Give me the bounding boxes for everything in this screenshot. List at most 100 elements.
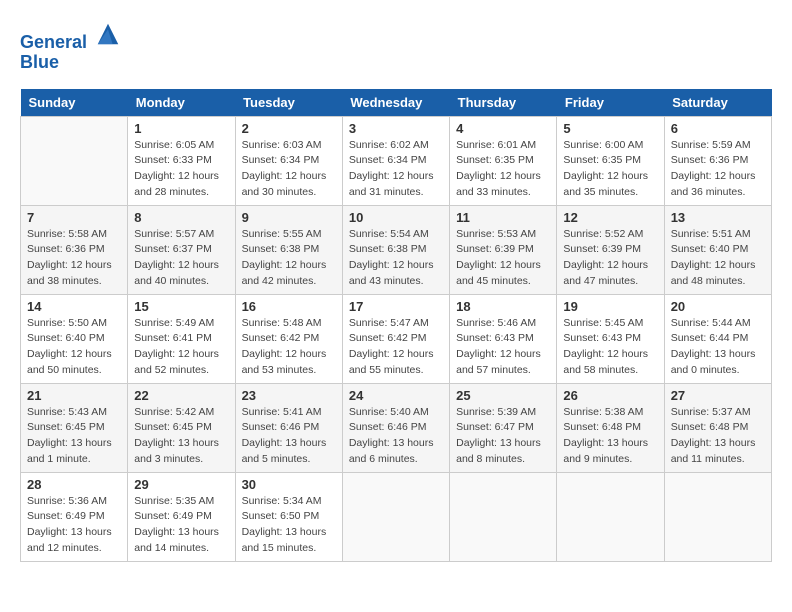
calendar-cell: 3Sunrise: 6:02 AM Sunset: 6:34 PM Daylig…	[342, 116, 449, 205]
calendar-cell: 5 Sunrise: 6:00 AM Sunset: 6:35 PM Daylig…	[557, 116, 664, 205]
calendar-cell: 11 Sunrise: 5:53 AM Sunset: 6:39 PM Dayli…	[450, 205, 557, 294]
day-number: 15	[134, 299, 228, 314]
calendar-week-1: 1Sunrise: 6:05 AM Sunset: 6:33 PM Daylig…	[21, 116, 772, 205]
calendar-cell: 24 Sunrise: 5:40 AM Sunset: 6:46 PM Dayli…	[342, 383, 449, 472]
day-header-saturday: Saturday	[664, 89, 771, 117]
day-detail: Sunrise: 5:37 AM Sunset: 6:48 PM Dayligh…	[671, 405, 765, 468]
calendar-table: SundayMondayTuesdayWednesdayThursdayFrid…	[20, 89, 772, 562]
calendar-cell: 18 Sunrise: 5:46 AM Sunset: 6:43 PM Dayli…	[450, 294, 557, 383]
day-number: 5	[563, 121, 657, 136]
day-detail: Sunrise: 5:39 AM Sunset: 6:47 PM Dayligh…	[456, 405, 550, 468]
calendar-cell: 17 Sunrise: 5:47 AM Sunset: 6:42 PM Dayli…	[342, 294, 449, 383]
calendar-cell	[450, 472, 557, 561]
day-header-monday: Monday	[128, 89, 235, 117]
calendar-header-row: SundayMondayTuesdayWednesdayThursdayFrid…	[21, 89, 772, 117]
day-detail: Sunrise: 6:00 AM Sunset: 6:35 PM Dayligh…	[563, 138, 657, 201]
logo-blue: Blue	[20, 52, 59, 72]
day-number: 18	[456, 299, 550, 314]
day-detail: Sunrise: 5:53 AM Sunset: 6:39 PM Dayligh…	[456, 227, 550, 290]
calendar-cell	[664, 472, 771, 561]
page-header: General Blue	[20, 20, 772, 73]
day-detail: Sunrise: 5:51 AM Sunset: 6:40 PM Dayligh…	[671, 227, 765, 290]
day-detail: Sunrise: 5:59 AM Sunset: 6:36 PM Dayligh…	[671, 138, 765, 201]
calendar-cell: 25 Sunrise: 5:39 AM Sunset: 6:47 PM Dayli…	[450, 383, 557, 472]
day-number: 27	[671, 388, 765, 403]
calendar-cell: 10 Sunrise: 5:54 AM Sunset: 6:38 PM Dayli…	[342, 205, 449, 294]
day-number: 13	[671, 210, 765, 225]
day-detail: Sunrise: 5:52 AM Sunset: 6:39 PM Dayligh…	[563, 227, 657, 290]
calendar-cell: 20 Sunrise: 5:44 AM Sunset: 6:44 PM Dayli…	[664, 294, 771, 383]
day-detail: Sunrise: 5:36 AM Sunset: 6:49 PM Dayligh…	[27, 494, 121, 557]
day-detail: Sunrise: 5:40 AM Sunset: 6:46 PM Dayligh…	[349, 405, 443, 468]
day-detail: Sunrise: 5:38 AM Sunset: 6:48 PM Dayligh…	[563, 405, 657, 468]
day-detail: Sunrise: 5:45 AM Sunset: 6:43 PM Dayligh…	[563, 316, 657, 379]
logo: General Blue	[20, 20, 122, 73]
day-detail: Sunrise: 5:48 AM Sunset: 6:42 PM Dayligh…	[242, 316, 336, 379]
day-detail: Sunrise: 5:50 AM Sunset: 6:40 PM Dayligh…	[27, 316, 121, 379]
day-detail: Sunrise: 5:54 AM Sunset: 6:38 PM Dayligh…	[349, 227, 443, 290]
calendar-week-4: 21 Sunrise: 5:43 AM Sunset: 6:45 PM Dayli…	[21, 383, 772, 472]
calendar-cell: 4Sunrise: 6:01 AM Sunset: 6:35 PM Daylig…	[450, 116, 557, 205]
day-number: 9	[242, 210, 336, 225]
calendar-cell: 21 Sunrise: 5:43 AM Sunset: 6:45 PM Dayli…	[21, 383, 128, 472]
day-number: 8	[134, 210, 228, 225]
calendar-cell: 6 Sunrise: 5:59 AM Sunset: 6:36 PM Daylig…	[664, 116, 771, 205]
day-number: 6	[671, 121, 765, 136]
day-number: 28	[27, 477, 121, 492]
day-number: 10	[349, 210, 443, 225]
calendar-cell	[557, 472, 664, 561]
day-number: 24	[349, 388, 443, 403]
calendar-cell: 1Sunrise: 6:05 AM Sunset: 6:33 PM Daylig…	[128, 116, 235, 205]
calendar-cell: 30 Sunrise: 5:34 AM Sunset: 6:50 PM Dayli…	[235, 472, 342, 561]
day-detail: Sunrise: 5:47 AM Sunset: 6:42 PM Dayligh…	[349, 316, 443, 379]
calendar-cell: 22 Sunrise: 5:42 AM Sunset: 6:45 PM Dayli…	[128, 383, 235, 472]
day-header-wednesday: Wednesday	[342, 89, 449, 117]
day-detail: Sunrise: 5:43 AM Sunset: 6:45 PM Dayligh…	[27, 405, 121, 468]
calendar-cell: 19 Sunrise: 5:45 AM Sunset: 6:43 PM Dayli…	[557, 294, 664, 383]
calendar-week-5: 28 Sunrise: 5:36 AM Sunset: 6:49 PM Dayli…	[21, 472, 772, 561]
day-number: 16	[242, 299, 336, 314]
logo-general: General	[20, 32, 87, 52]
day-detail: Sunrise: 5:41 AM Sunset: 6:46 PM Dayligh…	[242, 405, 336, 468]
day-number: 12	[563, 210, 657, 225]
calendar-cell: 14Sunrise: 5:50 AM Sunset: 6:40 PM Dayli…	[21, 294, 128, 383]
day-detail: Sunrise: 5:34 AM Sunset: 6:50 PM Dayligh…	[242, 494, 336, 557]
day-header-friday: Friday	[557, 89, 664, 117]
day-number: 17	[349, 299, 443, 314]
day-detail: Sunrise: 5:35 AM Sunset: 6:49 PM Dayligh…	[134, 494, 228, 557]
calendar-cell	[342, 472, 449, 561]
day-detail: Sunrise: 5:46 AM Sunset: 6:43 PM Dayligh…	[456, 316, 550, 379]
day-detail: Sunrise: 5:49 AM Sunset: 6:41 PM Dayligh…	[134, 316, 228, 379]
day-detail: Sunrise: 6:02 AM Sunset: 6:34 PM Dayligh…	[349, 138, 443, 201]
day-number: 11	[456, 210, 550, 225]
day-number: 30	[242, 477, 336, 492]
calendar-cell: 7Sunrise: 5:58 AM Sunset: 6:36 PM Daylig…	[21, 205, 128, 294]
day-detail: Sunrise: 5:42 AM Sunset: 6:45 PM Dayligh…	[134, 405, 228, 468]
day-number: 1	[134, 121, 228, 136]
day-number: 19	[563, 299, 657, 314]
calendar-cell: 15 Sunrise: 5:49 AM Sunset: 6:41 PM Dayli…	[128, 294, 235, 383]
calendar-cell: 8Sunrise: 5:57 AM Sunset: 6:37 PM Daylig…	[128, 205, 235, 294]
day-detail: Sunrise: 5:44 AM Sunset: 6:44 PM Dayligh…	[671, 316, 765, 379]
calendar-cell	[21, 116, 128, 205]
calendar-cell: 23Sunrise: 5:41 AM Sunset: 6:46 PM Dayli…	[235, 383, 342, 472]
day-number: 4	[456, 121, 550, 136]
day-number: 22	[134, 388, 228, 403]
calendar-cell: 2Sunrise: 6:03 AM Sunset: 6:34 PM Daylig…	[235, 116, 342, 205]
day-detail: Sunrise: 5:58 AM Sunset: 6:36 PM Dayligh…	[27, 227, 121, 290]
calendar-week-3: 14Sunrise: 5:50 AM Sunset: 6:40 PM Dayli…	[21, 294, 772, 383]
day-number: 20	[671, 299, 765, 314]
calendar-cell: 28 Sunrise: 5:36 AM Sunset: 6:49 PM Dayli…	[21, 472, 128, 561]
day-header-tuesday: Tuesday	[235, 89, 342, 117]
calendar-cell: 16 Sunrise: 5:48 AM Sunset: 6:42 PM Dayli…	[235, 294, 342, 383]
day-detail: Sunrise: 5:55 AM Sunset: 6:38 PM Dayligh…	[242, 227, 336, 290]
day-number: 25	[456, 388, 550, 403]
calendar-cell: 12 Sunrise: 5:52 AM Sunset: 6:39 PM Dayli…	[557, 205, 664, 294]
logo-icon	[94, 20, 122, 48]
calendar-cell: 27 Sunrise: 5:37 AM Sunset: 6:48 PM Dayli…	[664, 383, 771, 472]
day-number: 21	[27, 388, 121, 403]
day-number: 26	[563, 388, 657, 403]
day-header-sunday: Sunday	[21, 89, 128, 117]
day-number: 2	[242, 121, 336, 136]
calendar-cell: 29Sunrise: 5:35 AM Sunset: 6:49 PM Dayli…	[128, 472, 235, 561]
